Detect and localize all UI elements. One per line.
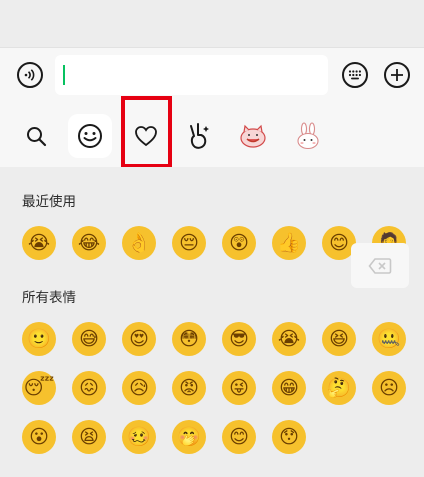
- emoji-tab-bar: [0, 104, 424, 168]
- add-button[interactable]: [384, 62, 410, 88]
- emoji-row-3: 😮 😫 🥴 🤭 😊 😯: [0, 420, 424, 460]
- emoji-item[interactable]: 🙂: [22, 322, 56, 356]
- emoji-row-2: 😴 😖 😥 😡 😜 😁 🤔 ☹: [0, 371, 424, 411]
- tab-stickers[interactable]: [177, 114, 221, 158]
- recent-section-title: 最近使用: [22, 194, 76, 210]
- tab-favorites[interactable]: [124, 114, 168, 158]
- emoji-item[interactable]: 😖: [72, 371, 106, 405]
- rabbit-sticker-icon: [297, 122, 319, 150]
- victory-hand-sticker-icon: [190, 123, 209, 149]
- emoji-item[interactable]: 🤐: [372, 322, 406, 356]
- emoji-item[interactable]: 😆: [322, 322, 356, 356]
- emoji-item[interactable]: 🥴: [122, 420, 156, 454]
- emoji-item[interactable]: 👍: [272, 226, 306, 260]
- backspace-icon: [368, 257, 392, 274]
- emoji-item[interactable]: 😔: [172, 226, 206, 260]
- keyboard-icon: [348, 70, 361, 80]
- tab-search[interactable]: [14, 114, 58, 158]
- emoji-item[interactable]: 😭: [272, 322, 306, 356]
- emoji-item[interactable]: 🤔: [322, 371, 356, 405]
- emoji-item[interactable]: 🤭: [172, 420, 206, 454]
- cat-sticker-icon: [240, 124, 266, 148]
- keyboard-button[interactable]: [342, 62, 368, 88]
- tab-sticker-pack-rabbit[interactable]: [286, 114, 330, 158]
- message-input[interactable]: [55, 55, 328, 95]
- emoji-item[interactable]: 😯: [272, 420, 306, 454]
- voice-button[interactable]: [17, 62, 43, 88]
- emoji-item[interactable]: 😴: [22, 371, 56, 405]
- emoji-item[interactable]: ☹: [372, 371, 406, 405]
- text-caret: [63, 65, 65, 85]
- emoji-item[interactable]: 😊: [222, 420, 256, 454]
- tab-emoji[interactable]: [68, 114, 112, 158]
- emoji-item[interactable]: 😳: [172, 322, 206, 356]
- chat-input-bar: [0, 47, 424, 105]
- smiley-icon: [78, 124, 102, 148]
- emoji-item[interactable]: 😫: [72, 420, 106, 454]
- emoji-row-1: 🙂 😅 😍 😳 😎 😭 😆 🤐: [0, 322, 424, 362]
- emoji-item[interactable]: 😥: [122, 371, 156, 405]
- emoji-item[interactable]: 😍: [122, 322, 156, 356]
- tab-sticker-pack-cat[interactable]: [231, 114, 275, 158]
- search-icon: [27, 127, 47, 147]
- status-area: [0, 0, 424, 47]
- heart-icon: [135, 126, 157, 147]
- emoji-item[interactable]: 😭: [22, 226, 56, 260]
- emoji-item[interactable]: 😮: [22, 420, 56, 454]
- add-icon: [391, 69, 403, 81]
- emoji-item[interactable]: 😜: [222, 371, 256, 405]
- emoji-item[interactable]: 😎: [222, 322, 256, 356]
- emoji-item[interactable]: 😁: [272, 371, 306, 405]
- emoji-item[interactable]: 😡: [172, 371, 206, 405]
- emoji-item[interactable]: 👌: [122, 226, 156, 260]
- voice-icon: [24, 69, 35, 81]
- emoji-item[interactable]: 😅: [72, 322, 106, 356]
- all-section-title: 所有表情: [22, 290, 76, 306]
- emoji-item[interactable]: 😂: [72, 226, 106, 260]
- backspace-button[interactable]: [351, 243, 409, 288]
- emoji-item[interactable]: 😲: [222, 226, 256, 260]
- emoji-panel: 最近使用 😭😂👌😔😲👍😊🤦 所有表情 🙂😅😍😳😎😭😆🤐 😴😖😥😡😜😁🤔☹ 😮😫🥴…: [0, 167, 424, 477]
